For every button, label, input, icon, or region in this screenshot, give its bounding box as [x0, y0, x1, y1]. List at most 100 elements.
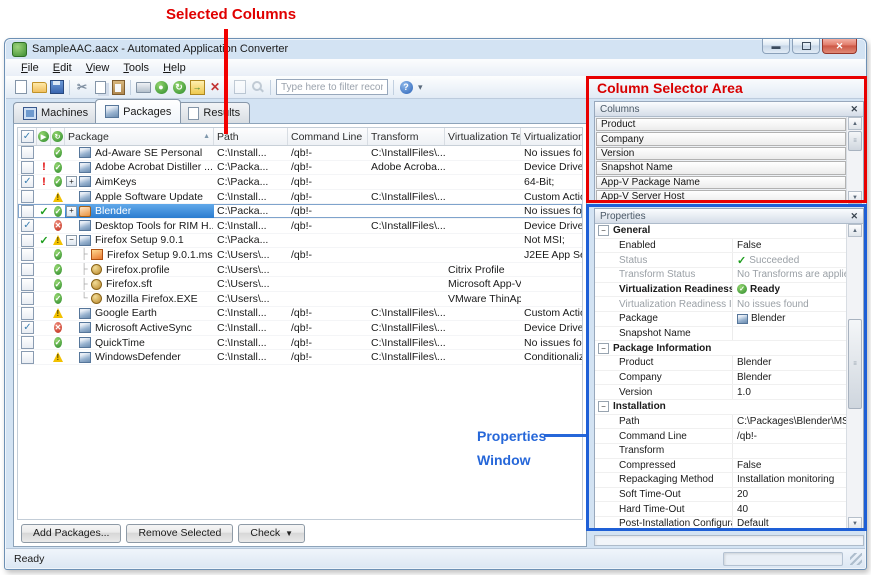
convert-icon[interactable]: ●	[152, 78, 170, 96]
table-row[interactable]: ✓−Firefox Setup 9.0.1C:\Packa...Not MSI;	[18, 234, 582, 249]
property-row[interactable]: Hard Time-Out40	[595, 502, 847, 517]
titlebar[interactable]: SampleAAC.aacx - Automated Application C…	[5, 39, 866, 59]
package-name-cell[interactable]: Microsoft ActiveSync	[65, 321, 214, 335]
menu-file[interactable]: File	[14, 61, 46, 75]
package-name-cell[interactable]: Desktop Tools for RIM H...	[65, 219, 214, 233]
row-checkbox[interactable]	[21, 205, 34, 218]
table-row[interactable]: ✓├Firefox.profileC:\Users\...Citrix Prof…	[18, 263, 582, 278]
help-icon[interactable]: ?	[397, 78, 415, 96]
cut-icon[interactable]: ✂	[73, 78, 91, 96]
filter-input[interactable]	[276, 79, 388, 95]
package-name-cell[interactable]: Adobe Acrobat Distiller ...	[65, 161, 214, 175]
property-row[interactable]: CompanyBlender	[595, 371, 847, 386]
new-document-icon[interactable]	[12, 78, 30, 96]
property-row[interactable]: Transform	[595, 444, 847, 459]
column-item[interactable]: Version	[596, 147, 846, 160]
package-name-cell[interactable]: −Firefox Setup 9.0.1	[65, 234, 214, 248]
property-row[interactable]: Virtualization Readiness✓Ready	[595, 283, 847, 298]
package-name-cell[interactable]: +AimKeys	[65, 175, 214, 189]
tab-results[interactable]: Results	[178, 102, 250, 123]
row-checkbox[interactable]	[21, 307, 34, 320]
expand-icon[interactable]: +	[66, 206, 77, 217]
header-package[interactable]: Package ▲	[65, 128, 214, 145]
column-item[interactable]: App-V Server Host	[596, 190, 846, 203]
row-checkbox[interactable]	[21, 263, 34, 276]
menu-help[interactable]: Help	[156, 61, 193, 75]
scroll-up-icon[interactable]: ▲	[848, 117, 862, 130]
scroll-down-icon[interactable]: ▼	[848, 191, 862, 204]
property-row[interactable]: Transform StatusNo Transforms are applie…	[595, 268, 847, 283]
scrollbar-thumb[interactable]: ≡	[848, 319, 862, 409]
refresh-icon[interactable]: ↻	[170, 78, 188, 96]
table-row[interactable]: ✓Ad-Aware SE PersonalC:\Install.../qb!-C…	[18, 146, 582, 161]
property-row[interactable]: Version1.0	[595, 385, 847, 400]
row-checkbox[interactable]	[21, 248, 34, 261]
row-checkbox[interactable]	[21, 190, 34, 203]
package-name-cell[interactable]: +Blender	[65, 204, 214, 218]
package-name-cell[interactable]: QuickTime	[65, 336, 214, 350]
maximize-button[interactable]	[792, 39, 820, 54]
property-row[interactable]: Virtualization Readiness IssuesNo issues…	[595, 297, 847, 312]
add-packages-button[interactable]: Add Packages...	[21, 524, 121, 543]
collapse-icon[interactable]: −	[66, 235, 77, 246]
table-row[interactable]: ✓✕Desktop Tools for RIM H...C:\Install..…	[18, 219, 582, 234]
toolbar-overflow-icon[interactable]: ▾	[415, 82, 426, 93]
row-checkbox[interactable]: ✓	[21, 219, 34, 232]
row-checkbox[interactable]	[21, 234, 34, 247]
print-icon[interactable]	[134, 78, 152, 96]
column-item[interactable]: Company	[596, 132, 846, 145]
resize-grip[interactable]	[850, 553, 862, 565]
row-checkbox[interactable]: ✓	[21, 321, 34, 334]
property-row[interactable]: Snapshot Name	[595, 327, 847, 342]
table-row[interactable]: ✓✓+BlenderC:\Packa.../qb!-No issues foun…	[18, 204, 582, 219]
find-icon[interactable]	[249, 78, 267, 96]
expand-icon[interactable]: +	[66, 176, 77, 187]
remove-selected-button[interactable]: Remove Selected	[126, 524, 233, 543]
tab-packages[interactable]: Packages	[95, 99, 181, 123]
close-icon[interactable]: ✕	[850, 211, 858, 222]
menu-view[interactable]: View	[79, 61, 117, 75]
table-row[interactable]: ✓!✓+AimKeysC:\Packa.../qb!-64-Bit;	[18, 175, 582, 190]
header-command-line[interactable]: Command Line	[288, 128, 368, 145]
check-button[interactable]: Check ▼	[238, 524, 305, 543]
collapse-icon[interactable]: −	[598, 401, 609, 412]
scroll-down-icon[interactable]: ▼	[848, 517, 862, 530]
table-row[interactable]: Apple Software UpdateC:\Install.../qb!-C…	[18, 190, 582, 205]
table-row[interactable]: !✓Adobe Acrobat Distiller ...C:\Packa...…	[18, 161, 582, 176]
columns-panel-header[interactable]: Columns ✕	[595, 102, 863, 117]
table-row[interactable]: ✓└Mozilla Firefox.EXEC:\Users\...VMware …	[18, 292, 582, 307]
copy-icon[interactable]	[91, 78, 109, 96]
table-row[interactable]: ✓✕Microsoft ActiveSyncC:\Install.../qb!-…	[18, 321, 582, 336]
header-readiness-icon[interactable]: ↻	[51, 128, 65, 145]
table-row[interactable]: ✓├Firefox Setup 9.0.1.msiC:\Users\.../qb…	[18, 248, 582, 263]
header-transform[interactable]: Transform	[368, 128, 445, 145]
property-row[interactable]: ProductBlender	[595, 356, 847, 371]
table-row[interactable]: ✓├Firefox.sftC:\Users\...Microsoft App-V	[18, 277, 582, 292]
column-item[interactable]: Product	[596, 118, 846, 131]
row-checkbox[interactable]: ✓	[21, 175, 34, 188]
package-name-cell[interactable]: └Mozilla Firefox.EXE	[65, 292, 214, 306]
minimize-button[interactable]: ▬	[762, 39, 790, 54]
package-name-cell[interactable]: ├Firefox.sft	[65, 277, 214, 291]
property-row[interactable]: Soft Time-Out20	[595, 488, 847, 503]
row-checkbox[interactable]	[21, 336, 34, 349]
package-name-cell[interactable]: Google Earth	[65, 307, 214, 321]
row-checkbox[interactable]	[21, 292, 34, 305]
properties-panel-header[interactable]: Properties ✕	[595, 209, 863, 224]
properties-scrollbar[interactable]: ▲ ≡ ▼	[846, 224, 863, 530]
property-row[interactable]: PathC:\Packages\Blender\MSIPack	[595, 415, 847, 430]
package-name-cell[interactable]: WindowsDefender	[65, 350, 214, 364]
paste-icon[interactable]	[109, 78, 127, 96]
columns-scrollbar[interactable]: ▲ ≡ ▼	[846, 117, 863, 204]
table-row[interactable]: ✓QuickTimeC:\Install.../qb!-C:\InstallFi…	[18, 336, 582, 351]
property-section[interactable]: −Installation	[595, 400, 847, 415]
report-icon[interactable]	[231, 78, 249, 96]
property-row[interactable]: Command Line/qb!-	[595, 429, 847, 444]
scroll-up-icon[interactable]: ▲	[848, 224, 862, 237]
property-section[interactable]: −Package Information	[595, 341, 847, 356]
property-row[interactable]: EnabledFalse	[595, 239, 847, 254]
run-icon[interactable]: →	[188, 78, 206, 96]
property-row[interactable]: Repackaging MethodInstallation monitorin…	[595, 473, 847, 488]
row-checkbox[interactable]	[21, 161, 34, 174]
close-icon[interactable]: ✕	[850, 104, 858, 115]
